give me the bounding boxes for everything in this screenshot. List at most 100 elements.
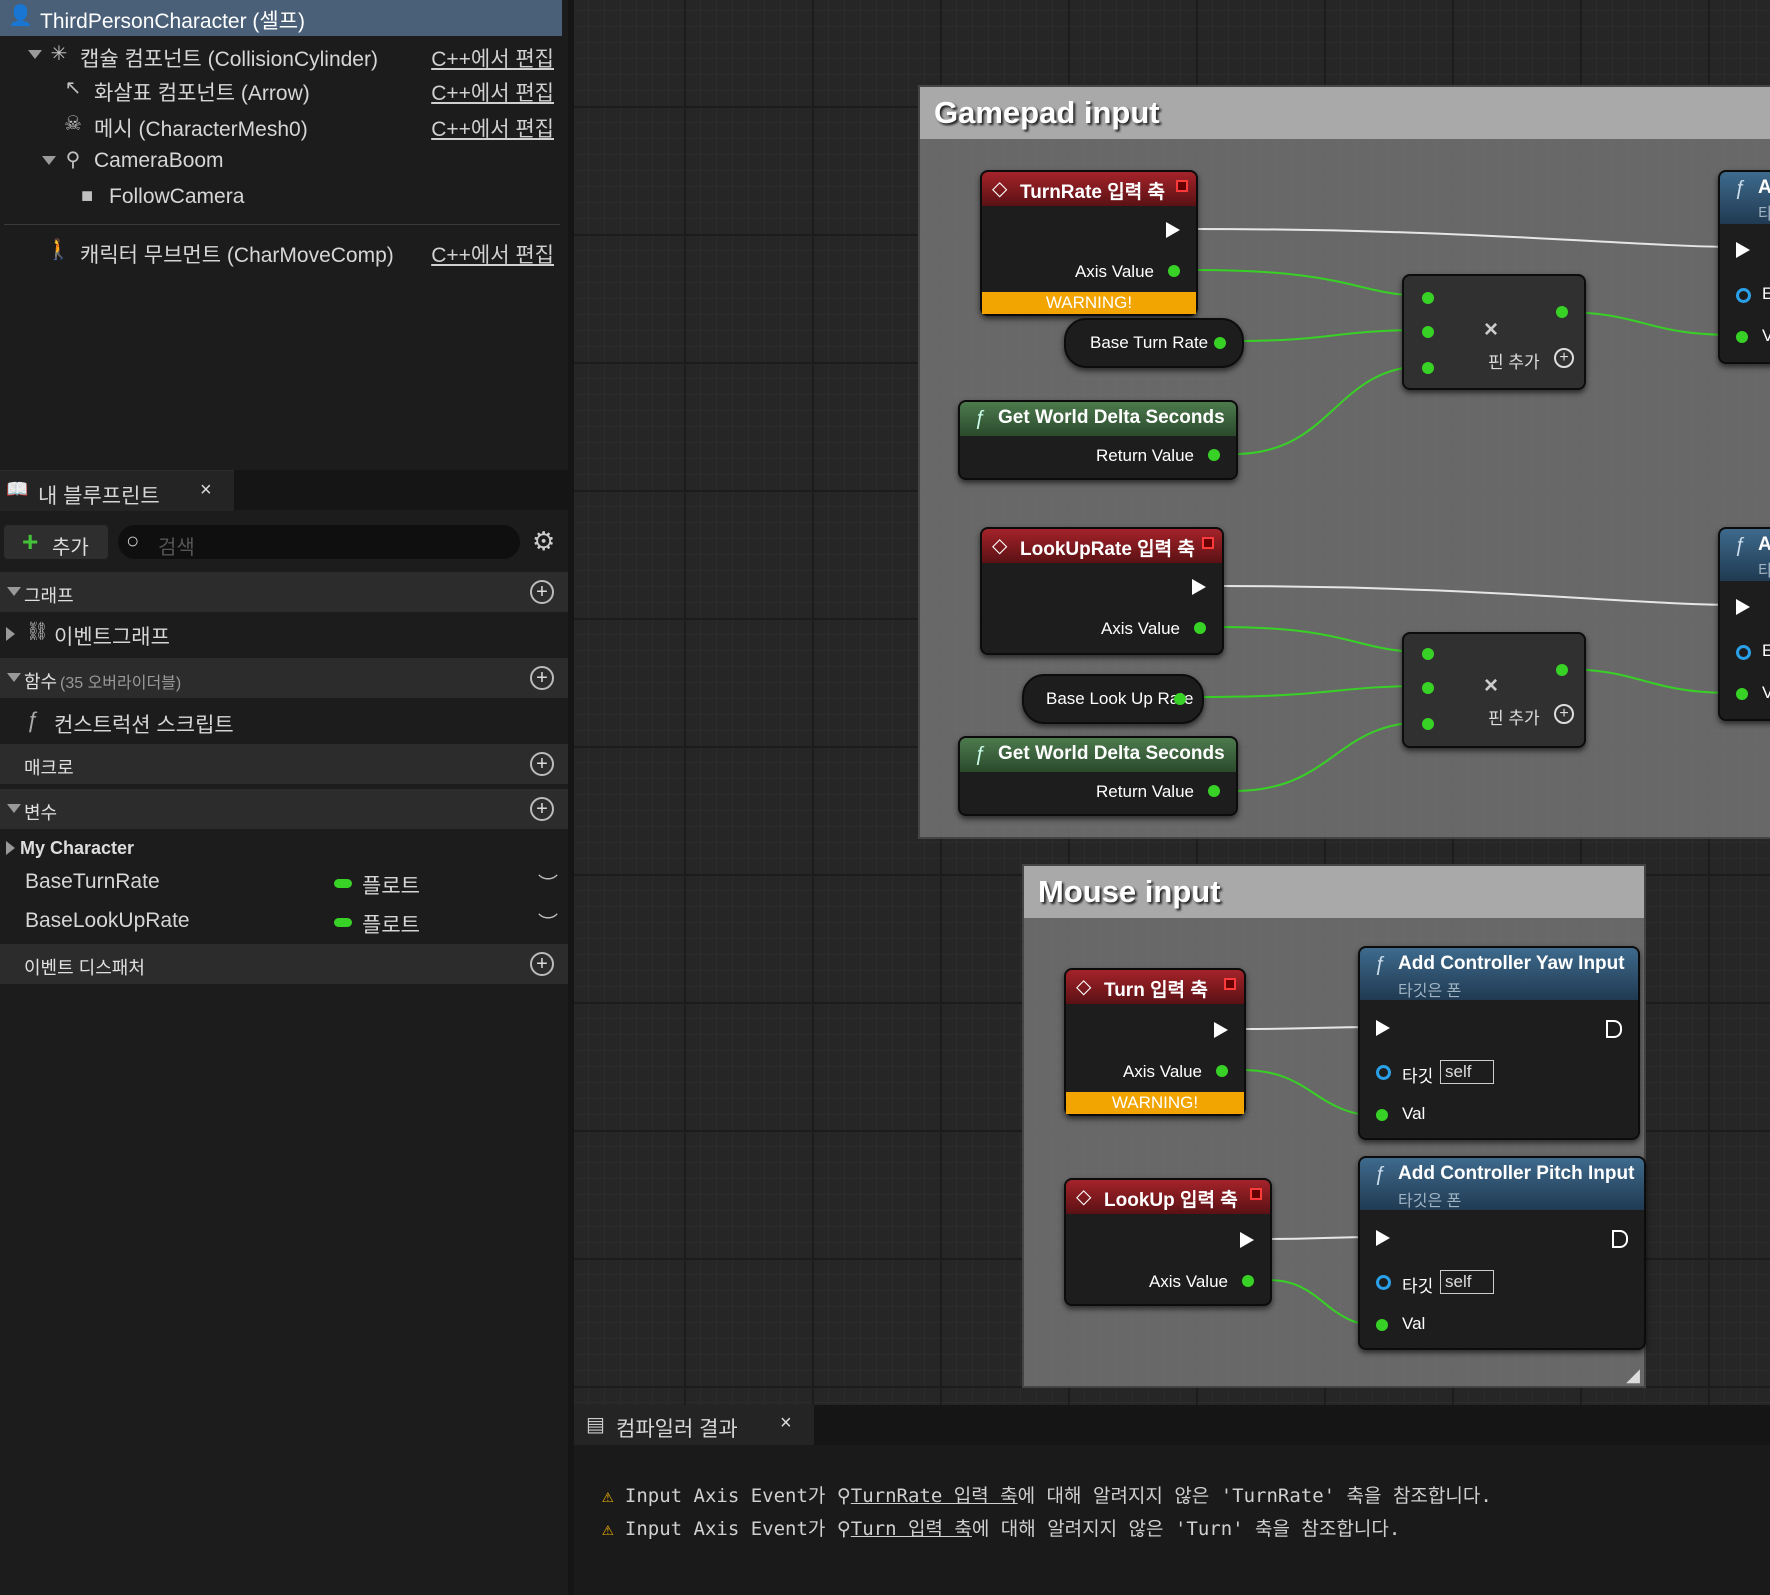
node-header[interactable]: ƒ Get World Delta Seconds [960, 402, 1236, 436]
node-header[interactable]: ƒ Ac 타 [1720, 529, 1770, 581]
node-header[interactable]: ◇ TurnRate 입력 축 [982, 172, 1196, 206]
node-add-controller-input-partial[interactable]: ƒ Ac 타 E V [1718, 527, 1770, 721]
component-row[interactable]: ■ FollowCamera [0, 180, 562, 214]
node-add-controller-pitch-input[interactable]: ƒ Add Controller Pitch Input 타깃은 폰 타깃 se… [1358, 1156, 1646, 1350]
component-row[interactable]: 🚶 캐릭터 무브먼트 (CharMoveComp) C++에서 편집 [0, 234, 562, 268]
node-get-base-turn-rate[interactable]: Base Turn Rate [1064, 318, 1244, 368]
exec-in-pin[interactable] [1376, 1230, 1390, 1246]
component-row[interactable]: ✳ 캡슐 컴포넌트 (CollisionCylinder) C++에서 편집 [0, 38, 562, 72]
expand-arrow-icon[interactable] [28, 50, 42, 59]
exec-out-pin[interactable] [1606, 1020, 1622, 1038]
exec-in-pin[interactable] [1736, 242, 1750, 258]
exec-out-pin[interactable] [1214, 1022, 1228, 1038]
collapse-arrow-icon[interactable] [7, 587, 21, 596]
collapse-arrow-icon[interactable] [7, 673, 21, 682]
node-multiply[interactable]: × 핀 추가 + [1402, 632, 1586, 748]
collapse-arrow-icon[interactable] [7, 804, 21, 813]
output-pin[interactable] [1174, 693, 1186, 705]
settings-gear-icon[interactable]: ⚙ [532, 526, 555, 557]
edit-in-cpp-link[interactable]: C++에서 편집 [431, 43, 554, 73]
close-icon[interactable]: × [780, 1412, 792, 1435]
search-input[interactable]: 검색 [158, 531, 195, 560]
node-get-world-delta-seconds[interactable]: ƒ Get World Delta Seconds Return Value [958, 736, 1238, 816]
node-header[interactable]: ƒ Add Controller Yaw Input 타깃은 폰 [1360, 948, 1638, 1000]
output-delegate-pin[interactable] [1176, 180, 1188, 192]
section-graphs[interactable]: 그래프 + [0, 572, 568, 612]
node-lookup-axis-event[interactable]: ◇ LookUp 입력 축 Axis Value [1064, 1178, 1272, 1306]
variable-row[interactable]: BaseLookUpRate 플로트 ︶ [0, 903, 568, 941]
input-pin-c[interactable] [1422, 362, 1434, 374]
output-delegate-pin[interactable] [1202, 537, 1214, 549]
list-item-construction-script[interactable]: ƒ 컨스트럭션 스크립트 [0, 703, 568, 741]
close-icon[interactable]: × [200, 479, 212, 502]
node-multiply[interactable]: × 핀 추가 + [1402, 274, 1586, 390]
target-pin[interactable] [1736, 645, 1751, 660]
visibility-closed-eye-icon[interactable]: ︶ [538, 868, 558, 897]
variable-row[interactable]: BaseTurnRate 플로트 ︶ [0, 864, 568, 902]
exec-out-pin[interactable] [1612, 1230, 1628, 1248]
section-functions[interactable]: 함수 (35 오버라이더블) + [0, 658, 568, 698]
tab-my-blueprint[interactable]: 📖 내 블루프린트 × [0, 470, 234, 511]
section-variables[interactable]: 변수 + [0, 789, 568, 829]
return-value-pin[interactable] [1208, 449, 1220, 461]
component-row[interactable]: ☠ 메시 (CharacterMesh0) C++에서 편집 [0, 108, 562, 142]
node-header[interactable]: ◇ LookUp 입력 축 [1066, 1180, 1270, 1214]
return-value-pin[interactable] [1208, 785, 1220, 797]
edit-in-cpp-link[interactable]: C++에서 편집 [431, 113, 554, 143]
node-add-controller-input-partial[interactable]: ƒ Ac 타 E V [1718, 170, 1770, 364]
add-pin-button[interactable]: 핀 추가 [1488, 348, 1540, 373]
variable-category[interactable]: My Character [0, 832, 568, 864]
input-pin-a[interactable] [1422, 648, 1434, 660]
node-lookuprate-axis-event[interactable]: ◇ LookUpRate 입력 축 Axis Value [980, 527, 1224, 655]
expand-arrow-icon[interactable] [42, 156, 56, 165]
axis-value-pin[interactable] [1216, 1065, 1228, 1077]
input-pin-b[interactable] [1422, 326, 1434, 338]
node-header[interactable]: ƒ Get World Delta Seconds [960, 738, 1236, 772]
target-pin[interactable] [1376, 1275, 1391, 1290]
exec-in-pin[interactable] [1376, 1020, 1390, 1036]
output-pin[interactable] [1556, 664, 1568, 676]
output-delegate-pin[interactable] [1250, 1188, 1262, 1200]
edit-in-cpp-link[interactable]: C++에서 편집 [431, 77, 554, 107]
input-pin-c[interactable] [1422, 718, 1434, 730]
target-pin[interactable] [1736, 288, 1751, 303]
component-row[interactable]: ⚲ CameraBoom [0, 144, 562, 178]
output-pin[interactable] [1556, 306, 1568, 318]
graph-canvas[interactable]: Gamepad input Mouse input ◢ ◇ TurnRate 입… [574, 0, 1770, 1405]
add-macro-icon[interactable]: + [530, 752, 554, 776]
add-pin-button[interactable]: 핀 추가 [1488, 704, 1540, 729]
axis-value-pin[interactable] [1242, 1275, 1254, 1287]
val-pin[interactable] [1376, 1109, 1388, 1121]
node-turnrate-axis-event[interactable]: ◇ TurnRate 입력 축 Axis Value WARNING! [980, 170, 1198, 316]
node-header[interactable]: ƒ Ac 타 [1720, 172, 1770, 224]
axis-value-pin[interactable] [1168, 265, 1180, 277]
output-delegate-pin[interactable] [1224, 978, 1236, 990]
target-self-field[interactable]: self [1440, 1270, 1494, 1294]
list-item-event-graph[interactable]: ⛓ 이벤트그래프 [0, 615, 568, 653]
node-get-world-delta-seconds[interactable]: ƒ Get World Delta Seconds Return Value [958, 400, 1238, 480]
node-link[interactable]: TurnRate 입력 축 [851, 1485, 1018, 1507]
add-variable-icon[interactable]: + [530, 797, 554, 821]
expand-arrow-icon[interactable] [6, 627, 15, 641]
node-header[interactable]: ƒ Add Controller Pitch Input 타깃은 폰 [1360, 1158, 1644, 1210]
component-root-row[interactable]: 👤 ThirdPersonCharacter (셀프) [0, 0, 562, 36]
add-pin-icon[interactable]: + [1554, 704, 1574, 724]
section-macros[interactable]: 매크로 + [0, 744, 568, 784]
exec-out-pin[interactable] [1166, 222, 1180, 238]
exec-out-pin[interactable] [1192, 579, 1206, 595]
add-button[interactable]: + 추가 [4, 525, 108, 559]
exec-out-pin[interactable] [1240, 1232, 1254, 1248]
output-pin[interactable] [1214, 337, 1226, 349]
node-header[interactable]: ◇ LookUpRate 입력 축 [982, 529, 1222, 563]
visibility-closed-eye-icon[interactable]: ︶ [538, 907, 558, 936]
input-pin-b[interactable] [1422, 682, 1434, 694]
exec-in-pin[interactable] [1736, 599, 1750, 615]
axis-value-pin[interactable] [1194, 622, 1206, 634]
value-pin[interactable] [1736, 688, 1748, 700]
add-dispatcher-icon[interactable]: + [530, 952, 554, 976]
target-self-field[interactable]: self [1440, 1060, 1494, 1084]
section-event-dispatchers[interactable]: 이벤트 디스패처 + [0, 944, 568, 984]
node-get-base-lookup-rate[interactable]: Base Look Up Rate [1022, 674, 1204, 724]
component-row[interactable]: ↖ 화살표 컴포넌트 (Arrow) C++에서 편집 [0, 72, 562, 106]
search-icon[interactable]: ⚲ [837, 1485, 851, 1507]
